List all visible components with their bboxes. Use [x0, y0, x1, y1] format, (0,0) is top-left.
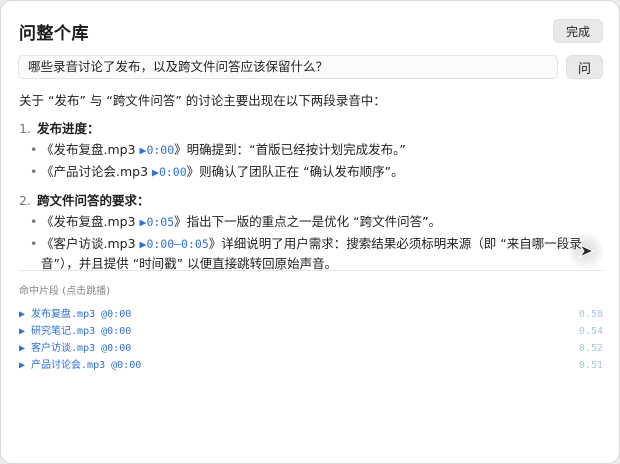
- section-number: 1.: [19, 121, 31, 136]
- section-number: 2.: [19, 193, 31, 208]
- answer-section-heading: 2. 跨文件问答的要求：: [19, 191, 603, 210]
- answer-text: 关于 “发布” 与 “跨文件问答” 的讨论主要出现在以下两段录音中： 1. 发布进…: [19, 91, 603, 273]
- answer-bullet: 《客户访谈.mp3 ▶0:00–0:05》详细说明了用户需求：搜索结果必须标明来…: [29, 234, 603, 273]
- hit-link[interactable]: ▶ 客户访谈.mp3 @0:00: [19, 343, 131, 354]
- answer-bullet: 《发布复盘.mp3 ▶0:05》指出下一版的重点之一是优化 “跨文件问答”。: [29, 212, 603, 232]
- bullet-source: 《发布复盘.mp3: [41, 214, 140, 229]
- answer-bullet: 《发布复盘.mp3 ▶0:00》明确提到：“首版已经按计划完成发布。”: [29, 140, 603, 160]
- ask-button[interactable]: 问: [566, 55, 603, 79]
- hit-link[interactable]: ▶ 产品讨论会.mp3 @0:00: [19, 360, 141, 371]
- hit-item[interactable]: ▶ 客户访谈.mp3 @0:00 0.52: [19, 340, 603, 357]
- hit-item[interactable]: ▶ 研究笔记.mp3 @0:00 0.54: [19, 323, 603, 340]
- timestamp-link[interactable]: ▶0:00–0:05: [140, 237, 209, 251]
- mouse-cursor: [568, 233, 604, 269]
- answer-bullet: 《产品讨论会.mp3 ▶0:00》则确认了团队正在 “确认发布顺序”。: [29, 162, 603, 182]
- hit-item[interactable]: ▶ 产品讨论会.mp3 @0:00 0.51: [19, 357, 603, 374]
- question-input[interactable]: 哪些录音讨论了发布，以及跨文件问答应该保留什么？: [18, 55, 558, 79]
- bullet-source: 《产品讨论会.mp3: [41, 164, 153, 179]
- section-title: 跨文件问答的要求：: [37, 193, 150, 208]
- timestamp-link[interactable]: ▶0:05: [140, 215, 175, 229]
- dialog-title: 问整个库: [19, 24, 89, 44]
- bullet-source: 《客户访谈.mp3: [41, 236, 140, 251]
- hit-item[interactable]: ▶ 发布复盘.mp3 @0:00 0.58: [19, 306, 603, 323]
- answer-section-heading: 1. 发布进度：: [19, 119, 603, 138]
- bullet-text: 》则确认了团队正在 “确认发布顺序”。: [186, 164, 404, 179]
- hit-score: 0.51: [578, 360, 603, 371]
- divider: [19, 270, 603, 271]
- hits-label: 命中片段 (点击跳播): [19, 286, 110, 297]
- hit-score: 0.52: [578, 343, 603, 354]
- hit-score: 0.54: [578, 326, 603, 337]
- hit-list: ▶ 发布复盘.mp3 @0:00 0.58 ▶ 研究笔记.mp3 @0:00 0…: [19, 306, 603, 374]
- ask-library-dialog: 问整个库 完成 哪些录音讨论了发布，以及跨文件问答应该保留什么？ 问 关于 “发…: [0, 0, 620, 464]
- hit-link[interactable]: ▶ 研究笔记.mp3 @0:00: [19, 326, 131, 337]
- timestamp-link[interactable]: ▶0:00: [140, 143, 175, 157]
- hit-link[interactable]: ▶ 发布复盘.mp3 @0:00: [19, 309, 131, 320]
- bullet-source: 《发布复盘.mp3: [41, 142, 140, 157]
- answer-intro: 关于 “发布” 与 “跨文件问答” 的讨论主要出现在以下两段录音中：: [19, 93, 386, 108]
- bullet-text: 》明确提到：“首版已经按计划完成发布。”: [174, 142, 406, 157]
- hit-score: 0.58: [578, 309, 603, 320]
- bullet-text: 》指出下一版的重点之一是优化 “跨文件问答”。: [174, 214, 442, 229]
- timestamp-link[interactable]: ▶0:00: [152, 165, 187, 179]
- pointer-arrow-icon: [578, 243, 595, 259]
- section-title: 发布进度：: [37, 121, 100, 136]
- done-button[interactable]: 完成: [553, 19, 603, 43]
